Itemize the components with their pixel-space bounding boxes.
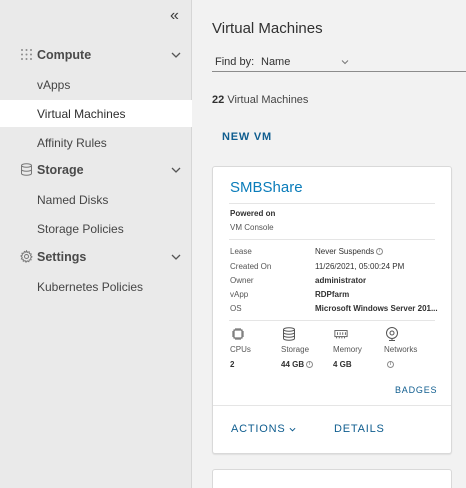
sidebar-item-affinity-rules[interactable]: Affinity Rules <box>0 129 192 156</box>
vm-count-label: Virtual Machines <box>227 94 309 106</box>
divider <box>229 239 435 240</box>
vm-count-number: 22 <box>212 94 225 106</box>
sidebar-item-kubernetes-policies[interactable]: Kubernetes Policies <box>0 273 192 300</box>
vm-card-title[interactable]: SMBShare <box>230 179 303 196</box>
actions-label: ACTIONS <box>231 423 286 435</box>
vm-count: 22 Virtual Machines <box>212 94 308 106</box>
section-compute[interactable]: Compute <box>0 42 192 68</box>
created-value: 11/26/2021, 05:00:24 PM <box>315 262 405 271</box>
details-button[interactable]: DETAILS <box>334 423 385 435</box>
lease-value-text: Never Suspends <box>315 247 375 256</box>
storage-label: Storage <box>281 345 310 354</box>
grid-icon <box>21 49 32 60</box>
gear-icon <box>20 250 33 263</box>
vm-card <box>212 469 452 488</box>
section-label-compute: Compute <box>37 48 92 62</box>
section-label-storage: Storage <box>37 163 84 177</box>
networks-info: i <box>385 360 394 369</box>
chevron-down-icon <box>289 427 296 432</box>
new-vm-button[interactable]: NEW VM <box>222 131 272 143</box>
section-label-settings: Settings <box>37 250 87 264</box>
owner-label: Owner <box>230 276 254 285</box>
info-icon[interactable]: i <box>387 361 394 369</box>
owner-value: administrator <box>315 276 367 285</box>
memory-icon <box>334 330 348 339</box>
sidebar-item-named-disks[interactable]: Named Disks <box>0 186 192 213</box>
sidebar-item-virtual-machines[interactable]: Virtual Machines <box>0 100 192 127</box>
lease-label: Lease <box>230 247 252 256</box>
lease-value: Never Suspends i <box>315 247 384 256</box>
power-state: Powered on <box>230 209 276 218</box>
find-by-label: Find by: <box>215 56 255 68</box>
divider <box>229 320 435 321</box>
chevron-down-icon[interactable] <box>341 58 349 66</box>
networks-label: Networks <box>384 345 418 354</box>
storage-icon <box>21 163 32 176</box>
sidebar: « Compute vApps Virtual Machines Affinit… <box>0 0 192 488</box>
collapse-sidebar-icon[interactable]: « <box>170 8 186 24</box>
cpu-icon <box>232 328 244 340</box>
sidebar-item-vapps[interactable]: vApps <box>0 71 192 98</box>
vm-card: SMBShare Powered on VM Console Lease Nev… <box>212 166 452 454</box>
network-icon <box>386 327 398 341</box>
divider <box>213 405 451 406</box>
chevron-down-icon[interactable] <box>171 50 181 60</box>
vm-console-link[interactable]: VM Console <box>230 223 274 232</box>
badges-button[interactable]: BADGES <box>395 385 437 395</box>
storage-icon <box>283 327 295 341</box>
created-label: Created On <box>230 262 272 271</box>
vapp-label: vApp <box>230 290 249 299</box>
chevron-down-icon[interactable] <box>171 252 181 262</box>
vapp-value: RDPfarm <box>315 290 350 299</box>
os-label: OS <box>230 304 242 313</box>
memory-label: Memory <box>333 345 362 354</box>
divider <box>229 203 435 204</box>
storage-value: 44 GB i <box>281 360 314 369</box>
chevron-down-icon[interactable] <box>171 165 181 175</box>
section-storage[interactable]: Storage <box>0 157 192 183</box>
section-settings[interactable]: Settings <box>0 244 192 270</box>
cpus-label: CPUs <box>230 345 251 354</box>
storage-value-text: 44 GB <box>281 360 305 369</box>
info-icon[interactable]: i <box>376 248 384 256</box>
find-by-value[interactable]: Name <box>261 56 290 68</box>
sidebar-item-storage-policies[interactable]: Storage Policies <box>0 215 192 242</box>
page-title: Virtual Machines <box>212 20 323 37</box>
memory-value: 4 GB <box>333 360 352 369</box>
find-by-select[interactable]: Find by: Name <box>212 52 466 72</box>
actions-dropdown[interactable]: ACTIONS <box>231 423 296 435</box>
cpus-value: 2 <box>230 360 235 369</box>
os-value: Microsoft Windows Server 201... <box>315 304 438 313</box>
info-icon[interactable]: i <box>306 361 314 369</box>
main-content: Virtual Machines Find by: Name 22 Virtua… <box>193 0 466 488</box>
